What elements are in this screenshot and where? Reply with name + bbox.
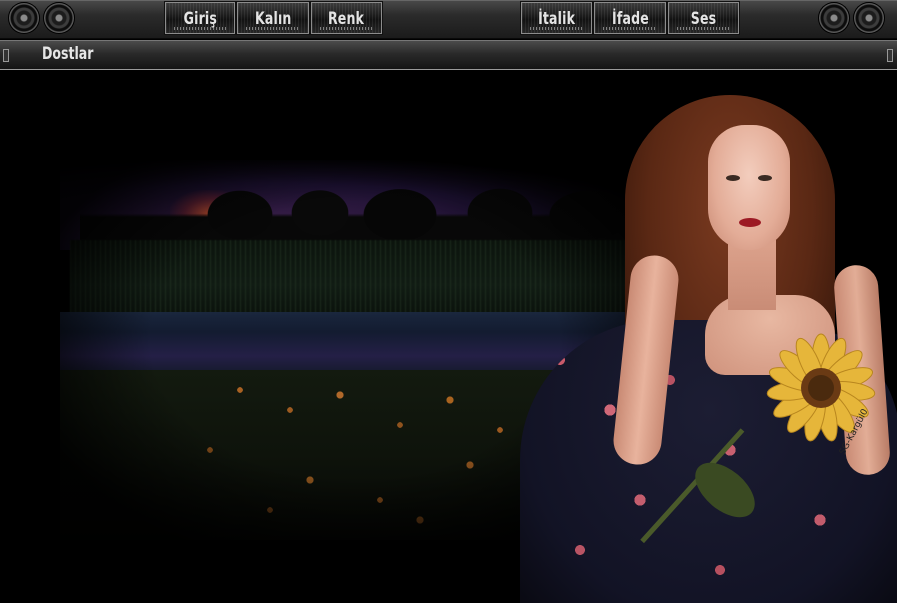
ifade-button[interactable]: İfade (593, 1, 667, 35)
woman-neck (728, 240, 776, 310)
eye (726, 175, 740, 181)
italik-button[interactable]: İtalik (520, 1, 593, 35)
speaker-icon (853, 2, 885, 34)
ses-button[interactable]: Ses (667, 1, 740, 35)
speaker-icon (43, 2, 75, 34)
title-bar: Dostlar (0, 40, 897, 71)
woman-face (708, 125, 790, 250)
giris-button[interactable]: Giriş (164, 1, 236, 35)
background-image: SG-Kargül0 (0, 70, 897, 603)
speaker-icon (818, 2, 850, 34)
renk-button[interactable]: Renk (310, 1, 383, 35)
page-title: Dostlar (42, 44, 94, 64)
eye (758, 175, 772, 181)
lips (739, 218, 761, 227)
speaker-icon (8, 2, 40, 34)
kalin-button[interactable]: Kalın (236, 1, 310, 35)
left-handle-icon (3, 49, 9, 62)
right-handle-icon (887, 49, 893, 62)
top-toolbar: Giriş Kalın Renk İtalik İfade Ses (0, 0, 897, 39)
